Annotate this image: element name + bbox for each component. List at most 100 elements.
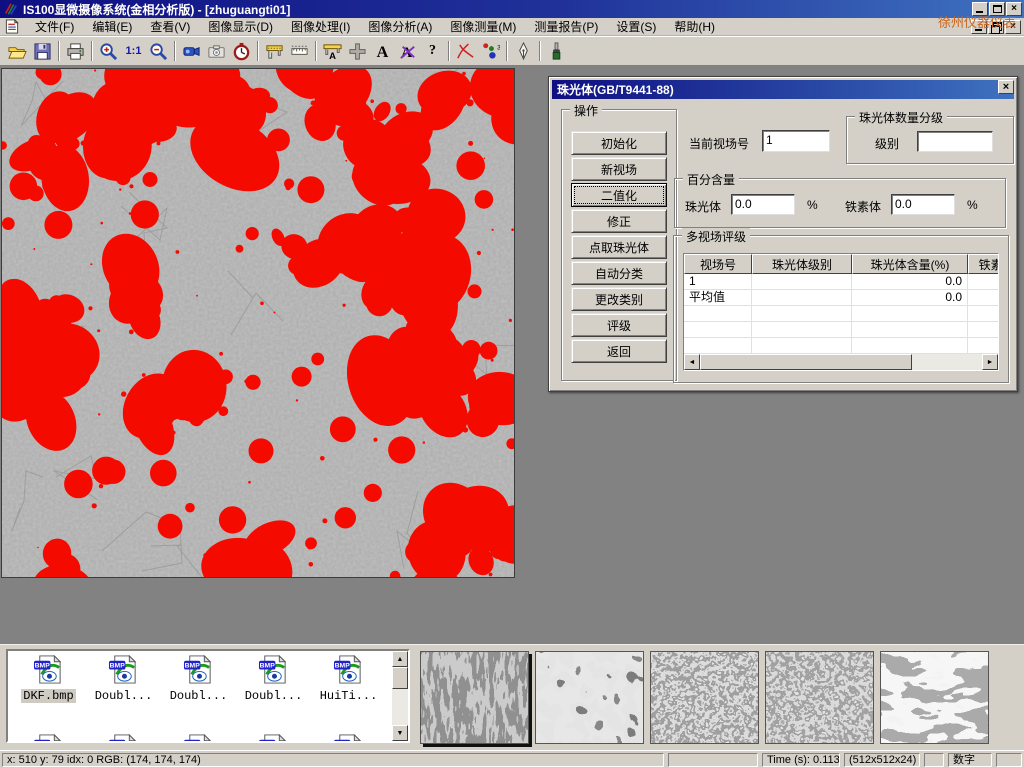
correct-button[interactable]: 修正 (571, 209, 667, 233)
col-pearlite-grade[interactable]: 珠光体级别 (752, 254, 852, 274)
video-capture-button[interactable] (179, 39, 204, 63)
scroll-left-arrow-icon[interactable]: ◄ (684, 354, 700, 370)
return-button[interactable]: 返回 (571, 339, 667, 363)
text-tool-button[interactable]: A (370, 39, 395, 63)
auto-classify-button[interactable]: 自动分类 (571, 261, 667, 285)
menu-image-measure[interactable]: 图像测量(M) (441, 17, 525, 36)
svg-text:A: A (329, 51, 336, 61)
text-icon: A (373, 42, 392, 61)
child-minimize-button[interactable] (971, 20, 987, 34)
menu-help[interactable]: 帮助(H) (665, 17, 724, 36)
pen-tool-button[interactable] (511, 39, 536, 63)
menu-image-display[interactable]: 图像显示(D) (199, 17, 282, 36)
open-file-button[interactable] (5, 39, 30, 63)
title-bar: IS100显微摄像系统(金相分析版) - [zhuguangti01] × (0, 0, 1024, 18)
col-ferrite-amount[interactable]: 铁素体含量(%) (968, 254, 999, 274)
caliper-button[interactable] (262, 39, 287, 63)
menu-view[interactable]: 查看(V) (141, 17, 199, 36)
classify-tool-button[interactable]: 3 (478, 39, 503, 63)
ferrite-percent-input[interactable]: 0.0 (891, 194, 955, 215)
scrollbar-thumb[interactable] (700, 354, 912, 370)
restore-icon (991, 22, 1001, 31)
new-field-button[interactable]: 新视场 (571, 157, 667, 181)
thumbnail-5[interactable] (880, 651, 989, 744)
file-item[interactable]: BMP (161, 733, 236, 743)
level-input[interactable] (917, 131, 993, 152)
table-row[interactable] (684, 306, 998, 322)
specimen-image-viewport[interactable] (1, 68, 515, 578)
thumbnail-4[interactable] (765, 651, 874, 744)
menu-file[interactable]: 文件(F) (26, 17, 83, 36)
text-disable-button[interactable]: A (395, 39, 420, 63)
file-item[interactable]: BMP HuiTi... (311, 654, 386, 703)
current-field-input[interactable]: 1 (762, 130, 830, 152)
pearlite-percent-input[interactable]: 0.0 (731, 194, 795, 215)
zoom-out-button[interactable] (146, 39, 171, 63)
dialog-title-bar[interactable]: 珠光体(GB/T9441-88) (552, 80, 1014, 99)
menu-image-analysis[interactable]: 图像分析(A) (359, 17, 441, 36)
close-button[interactable]: × (1006, 2, 1022, 16)
file-name[interactable]: Doubl... (243, 689, 305, 703)
table-horizontal-scrollbar[interactable]: ◄ ► (684, 354, 998, 370)
thumbnail-1[interactable] (420, 651, 529, 744)
scrollbar-thumb[interactable] (392, 667, 408, 689)
curve-tool-button[interactable] (453, 39, 478, 63)
file-item[interactable]: BMP (236, 733, 311, 743)
file-list-scrollbar[interactable]: ▲ ▼ (392, 651, 408, 741)
child-restore-button[interactable] (988, 20, 1004, 34)
col-pearlite-amount[interactable]: 珠光体含量(%) (852, 254, 968, 274)
table-row[interactable]: 平均值 0.0 (684, 290, 998, 306)
initialize-button[interactable]: 初始化 (571, 131, 667, 155)
file-name[interactable]: Doubl... (168, 689, 230, 703)
child-close-button[interactable]: × (1005, 20, 1021, 34)
brush-tool-button[interactable] (544, 39, 569, 63)
table-row[interactable]: 1 0.0 (684, 274, 998, 290)
file-name[interactable]: HuiTi... (318, 689, 380, 703)
dialog-close-button[interactable]: × (998, 80, 1014, 94)
menu-edit[interactable]: 编辑(E) (83, 17, 141, 36)
file-item[interactable]: BMP (86, 733, 161, 743)
percent-group-title: 百分含量 (683, 171, 739, 188)
scroll-right-arrow-icon[interactable]: ► (982, 354, 998, 370)
scroll-down-arrow-icon[interactable]: ▼ (392, 725, 408, 741)
menu-image-process[interactable]: 图像处理(I) (282, 17, 359, 36)
thumbnail-2[interactable] (535, 651, 644, 744)
file-item[interactable]: BMP (11, 733, 86, 743)
help-button[interactable]: ? (420, 39, 445, 63)
print-button[interactable] (63, 39, 88, 63)
caliper-text-icon: A (323, 42, 342, 61)
bmp-file-icon: BMP (258, 654, 289, 685)
file-name[interactable]: DKF.bmp (21, 689, 75, 703)
photo-capture-button[interactable] (204, 39, 229, 63)
table-row[interactable] (684, 338, 998, 354)
caliper-icon (265, 42, 284, 61)
file-item[interactable]: BMP (311, 733, 386, 743)
file-item[interactable]: BMP DKF.bmp (11, 654, 86, 703)
svg-text:BMP: BMP (260, 663, 276, 670)
scroll-up-arrow-icon[interactable]: ▲ (392, 651, 408, 667)
binarize-button[interactable]: 二值化 (571, 183, 667, 207)
grade-button[interactable]: 评级 (571, 313, 667, 337)
pick-pearlite-button[interactable]: 点取珠光体 (571, 235, 667, 259)
zoom-in-button[interactable] (96, 39, 121, 63)
col-field-no[interactable]: 视场号 (684, 254, 752, 274)
change-class-button[interactable]: 更改类别 (571, 287, 667, 311)
maximize-button[interactable] (989, 2, 1005, 16)
file-item[interactable]: BMP Doubl... (161, 654, 236, 703)
actual-size-button[interactable]: 1:1 (121, 39, 146, 63)
file-name[interactable]: Doubl... (93, 689, 155, 703)
save-button[interactable] (30, 39, 55, 63)
menu-report[interactable]: 测量报告(P) (525, 17, 607, 36)
menu-settings[interactable]: 设置(S) (607, 17, 665, 36)
toolbar-separator (257, 41, 259, 61)
file-item[interactable]: BMP Doubl... (86, 654, 161, 703)
timer-button[interactable] (229, 39, 254, 63)
percent-sign: % (967, 198, 978, 212)
file-item[interactable]: BMP Doubl... (236, 654, 311, 703)
ruler-button[interactable] (287, 39, 312, 63)
measure-label-button[interactable]: A (320, 39, 345, 63)
minimize-button[interactable] (972, 2, 988, 16)
table-row[interactable] (684, 322, 998, 338)
thumbnail-3[interactable] (650, 651, 759, 744)
move-tool-button[interactable] (345, 39, 370, 63)
